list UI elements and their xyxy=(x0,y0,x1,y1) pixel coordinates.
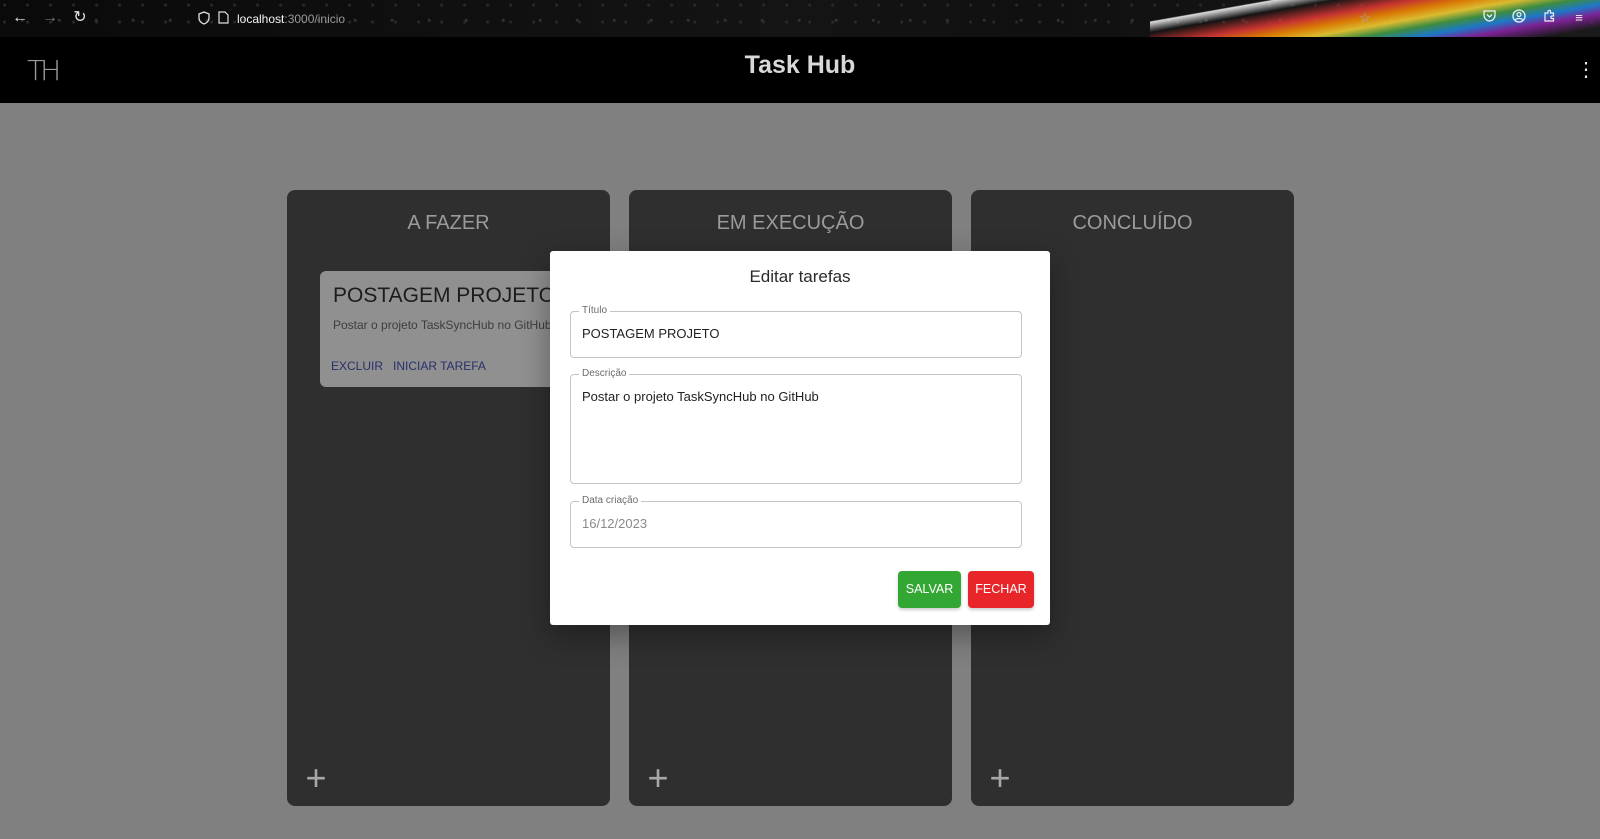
address-bar[interactable]: localhost:3000/inicio xyxy=(198,9,345,29)
title-field[interactable]: Título POSTAGEM PROJETO xyxy=(570,305,1022,358)
url-path: :3000/inicio xyxy=(284,12,346,26)
dialog-title: Editar tarefas xyxy=(749,267,851,286)
creation-date-field-value: 16/12/2023 xyxy=(582,516,648,531)
creation-date-field: Data criação 16/12/2023 xyxy=(570,495,1022,548)
reload-icon[interactable]: ↻ xyxy=(70,8,90,28)
title-field-label: Título xyxy=(579,305,611,317)
forward-arrow-icon[interactable]: → xyxy=(40,8,60,28)
pocket-icon[interactable] xyxy=(1480,9,1498,27)
save-button[interactable]: SALVAR xyxy=(898,571,961,608)
shield-icon xyxy=(198,10,210,28)
account-icon[interactable] xyxy=(1510,9,1528,27)
page-icon xyxy=(218,11,229,27)
edit-task-dialog: Editar tarefas Título POSTAGEM PROJETO D… xyxy=(550,251,1050,625)
app-header: TH Task Hub ⋮ xyxy=(0,37,1600,103)
app-title: Task Hub xyxy=(744,51,856,79)
close-button[interactable]: FECHAR xyxy=(968,571,1034,608)
theme-prism-graphic xyxy=(1150,0,1600,37)
description-field[interactable]: Descrição Postar o projeto TaskSyncHub n… xyxy=(570,368,1022,484)
extensions-icon[interactable] xyxy=(1540,9,1558,27)
back-arrow-icon[interactable]: ← xyxy=(10,8,30,28)
kebab-menu-icon[interactable]: ⋮ xyxy=(1576,57,1596,83)
title-field-value[interactable]: POSTAGEM PROJETO xyxy=(582,326,719,341)
star-icon[interactable]: ☆ xyxy=(1356,9,1374,27)
description-field-value[interactable]: Postar o projeto TaskSyncHub no GitHub xyxy=(582,389,819,404)
url-host: localhost xyxy=(237,12,285,26)
creation-date-field-label: Data criação xyxy=(579,495,642,507)
browser-toolbar: ← → ↻ localhost:3000/inicio ☆ ≡ xyxy=(0,0,1600,37)
hamburger-menu-icon[interactable]: ≡ xyxy=(1570,9,1588,27)
description-field-label: Descrição xyxy=(579,368,630,380)
